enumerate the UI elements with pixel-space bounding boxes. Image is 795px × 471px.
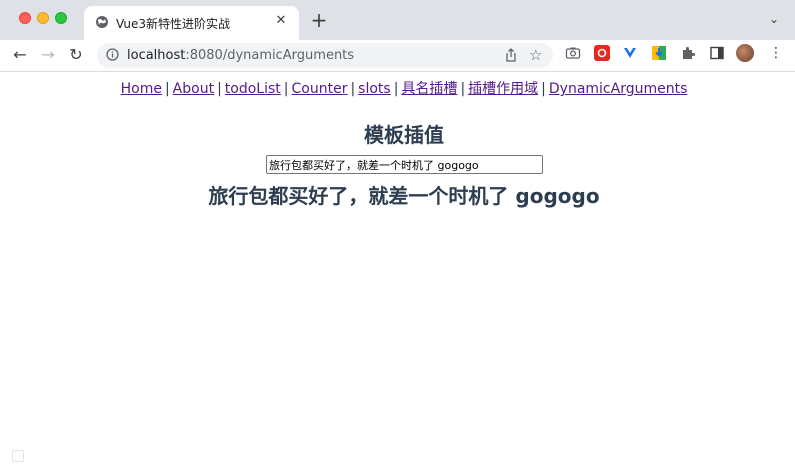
profile-avatar[interactable] [736,44,754,62]
maximize-window-button[interactable] [55,12,67,24]
close-window-button[interactable] [19,12,31,24]
nav-separator: | [217,81,222,97]
forward-button[interactable]: → [38,45,58,65]
nav-separator: | [541,81,546,97]
reload-button[interactable]: ↻ [66,45,86,65]
nav-link-scoped-slots[interactable]: 插槽作用域 [468,81,538,97]
nav-separator: | [283,81,289,97]
nav-separator: | [350,81,356,97]
star-icon[interactable]: ☆ [529,46,542,64]
kebab-menu-icon[interactable]: ⋮ [768,45,784,61]
browser-tab[interactable]: Vue3新特性进阶实战 ✕ [84,6,299,40]
minimize-window-button[interactable] [37,12,49,24]
nav-separator: | [164,81,170,97]
nav-link-counter[interactable]: Counter [292,81,348,97]
url-host: localhost [127,48,186,63]
nav-separator: | [460,81,466,97]
extension-icon[interactable] [594,45,610,61]
share-icon[interactable] [503,47,519,63]
nav-link-slots[interactable]: slots [358,81,391,97]
address-bar[interactable]: localhost:8080/dynamicArguments ☆ [97,43,553,68]
page-heading: 模板插值 [364,123,444,147]
nav-link-named-slots[interactable]: 具名插槽 [401,81,457,97]
globe-icon [96,16,108,28]
echo-text: 旅行包都买好了，就差一个时机了 gogogo [208,184,600,208]
puzzle-icon[interactable] [680,45,696,61]
message-input[interactable] [266,155,543,174]
url-text[interactable]: localhost:8080/dynamicArguments [127,48,354,63]
back-button[interactable]: ← [10,45,30,65]
corner-indicator [12,450,24,462]
tab-title: Vue3新特性进阶实战 [116,17,231,31]
download-extension-icon[interactable] [651,45,667,61]
page-content: Home | About | todoList | Counter | slots | 具名插槽 | 插… [0,72,795,471]
tab-close-icon[interactable]: ✕ [273,13,289,29]
nav-link-todolist[interactable]: todoList [225,81,281,97]
new-tab-button[interactable]: + [309,10,329,30]
nav-link-home[interactable]: Home [121,81,162,97]
nav-separator: | [393,81,399,97]
vue-devtools-icon[interactable] [622,45,638,61]
info-icon[interactable] [106,48,119,61]
browser-toolbar: ← → ↻ localhost:8080/dynamicArguments ☆ [0,40,795,72]
tab-search-icon[interactable]: ⌄ [767,12,781,26]
nav-bar: Home | About | todoList | Counter | slots | 具名插槽 | 插… [0,78,795,98]
camera-icon[interactable] [565,45,581,61]
nav-link-dynamic-arguments[interactable]: DynamicArguments [549,81,688,97]
nav-link-about[interactable]: About [173,81,214,97]
url-path: :8080/dynamicArguments [185,48,355,63]
browser-titlebar: Vue3新特性进阶实战 ✕ + ⌄ [0,0,795,40]
side-panel-icon[interactable] [709,45,725,61]
